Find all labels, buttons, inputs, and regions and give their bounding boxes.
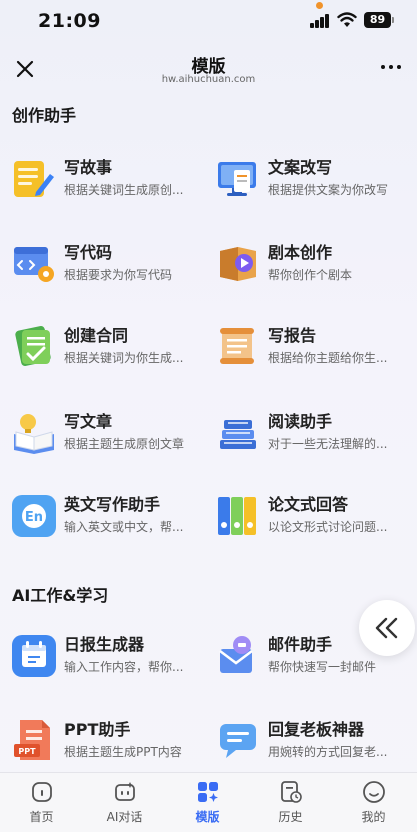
card-title: 论文式回答 xyxy=(268,495,349,514)
home-icon xyxy=(32,782,52,802)
ppt-file-icon: PPT xyxy=(14,720,50,760)
template-card-reply-boss[interactable]: 回复老板神器 用婉转的方式回复老... xyxy=(216,712,416,772)
section-title-creative: 创作助手 xyxy=(12,106,77,125)
tab-home[interactable]: 首页 xyxy=(0,773,83,832)
card-title: 写报告 xyxy=(268,326,317,345)
profile-smile-icon xyxy=(363,781,385,803)
card-desc: 根据主题生成PPT内容 xyxy=(64,745,182,759)
collapse-panel-button[interactable] xyxy=(359,600,415,656)
template-card-copy-rewrite[interactable]: 文案改写 根据提供文案为你改写 xyxy=(216,150,416,210)
tab-label: 首页 xyxy=(29,810,54,824)
template-card-script[interactable]: 剧本创作 帮你创作个剧本 xyxy=(216,235,416,295)
code-window-gear-icon xyxy=(14,247,54,282)
card-title: 文案改写 xyxy=(268,158,333,177)
template-card-reading-assistant[interactable]: 阅读助手 对于一些无法理解的... xyxy=(216,404,416,464)
calendar-icon xyxy=(12,635,56,677)
card-title: 写故事 xyxy=(64,158,113,177)
scroll-report-icon xyxy=(220,328,254,364)
status-time: 21:09 xyxy=(38,10,101,32)
template-card-report[interactable]: 写报告 根据给你主题给你生... xyxy=(216,318,416,378)
card-desc: 根据要求为你写代码 xyxy=(64,268,173,282)
card-desc: 对于一些无法理解的... xyxy=(268,437,388,451)
binders-icon xyxy=(218,497,256,535)
template-grid-icon xyxy=(198,782,218,802)
card-desc: 输入工作内容，帮你... xyxy=(64,660,184,674)
tab-ai-chat[interactable]: AI对话 xyxy=(83,773,166,832)
tab-profile[interactable]: 我的 xyxy=(332,773,415,832)
book-lightbulb-icon xyxy=(14,414,54,454)
status-bar: 21:09 89 xyxy=(0,0,417,44)
card-desc: 用婉转的方式回复老... xyxy=(268,745,388,759)
card-title: 回复老板神器 xyxy=(268,720,365,739)
card-desc: 根据主题生成原创文章 xyxy=(64,437,185,451)
tab-templates[interactable]: 模版 xyxy=(166,773,249,832)
battery-indicator: 89 xyxy=(364,12,394,28)
more-options-icon[interactable] xyxy=(381,64,403,72)
card-desc: 根据关键词为你生成... xyxy=(64,351,184,365)
card-desc: 输入英文或中文，帮... xyxy=(64,520,184,534)
card-title: 写代码 xyxy=(64,243,113,262)
card-title: 邮件助手 xyxy=(268,635,333,654)
template-card-write-article[interactable]: 写文章 根据主题生成原创文章 xyxy=(12,404,212,464)
recording-indicator-icon xyxy=(316,2,323,9)
card-desc: 根据给你主题给你生... xyxy=(268,351,388,365)
chat-bubble-icon xyxy=(220,724,256,758)
section-title-work-study: AI工作&学习 xyxy=(12,586,109,605)
double-chevron-left-icon xyxy=(375,617,398,639)
card-title: PPT助手 xyxy=(64,720,131,739)
film-book-icon xyxy=(220,247,256,281)
monitor-document-icon xyxy=(218,162,256,196)
card-title: 剧本创作 xyxy=(268,243,333,262)
svg-text:En: En xyxy=(25,510,43,525)
tab-history[interactable]: 历史 xyxy=(249,773,332,832)
card-title: 写文章 xyxy=(64,412,113,431)
card-title: 英文写作助手 xyxy=(64,495,161,514)
card-title: 创建合同 xyxy=(64,326,129,345)
template-card-essay-answer[interactable]: 论文式回答 以论文形式讨论问题... xyxy=(216,487,416,547)
card-desc: 帮你快速写一封邮件 xyxy=(268,660,377,674)
page-url: hw.aihuchuan.com xyxy=(161,74,256,85)
template-card-daily-report[interactable]: 日报生成器 输入工作内容，帮你... xyxy=(12,627,212,687)
ai-chat-icon xyxy=(115,782,135,801)
card-title: 日报生成器 xyxy=(64,635,145,654)
wifi-icon xyxy=(337,12,357,27)
card-desc: 根据提供文案为你改写 xyxy=(268,183,389,197)
contract-check-icon xyxy=(15,326,51,366)
card-title: 阅读助手 xyxy=(268,412,333,431)
notepad-pencil-icon xyxy=(14,161,54,197)
template-card-english-writing[interactable]: En 英文写作助手 输入英文或中文，帮... xyxy=(12,487,212,547)
tab-label: AI对话 xyxy=(106,810,143,824)
template-card-ppt-assistant[interactable]: PPT PPT助手 根据主题生成PPT内容 xyxy=(12,712,212,772)
history-icon xyxy=(281,781,302,803)
envelope-icon xyxy=(219,636,253,673)
cellular-signal-icon xyxy=(310,14,330,28)
card-desc: 以论文形式讨论问题... xyxy=(268,520,388,534)
tab-label: 模版 xyxy=(195,810,220,824)
template-card-write-code[interactable]: 写代码 根据要求为你写代码 xyxy=(12,235,212,295)
nav-bar: 模版 hw.aihuchuan.com xyxy=(0,44,417,94)
card-desc: 根据关键词生成原创... xyxy=(64,183,184,197)
books-stack-icon xyxy=(220,420,256,449)
tab-label: 我的 xyxy=(361,810,386,824)
template-card-contract[interactable]: 创建合同 根据关键词为你生成... xyxy=(12,318,212,378)
bottom-tab-bar: 首页 AI对话 模版 历史 我的 xyxy=(0,772,417,832)
en-badge-icon: En xyxy=(12,495,56,537)
template-card-write-story[interactable]: 写故事 根据关键词生成原创... xyxy=(12,150,212,210)
tab-label: 历史 xyxy=(278,810,303,824)
svg-text:PPT: PPT xyxy=(18,747,36,756)
card-desc: 帮你创作个剧本 xyxy=(268,268,353,282)
